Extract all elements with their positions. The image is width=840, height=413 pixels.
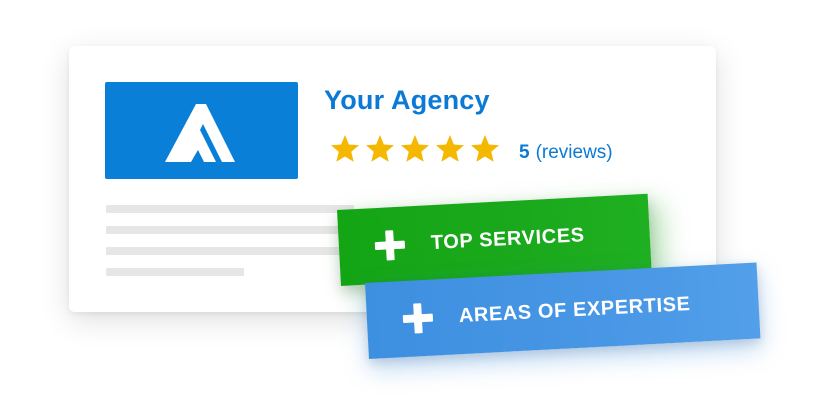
agency-name: Your Agency: [324, 85, 490, 115]
star-icon: [401, 135, 429, 162]
star-icon: [366, 135, 394, 162]
plus-icon: [402, 303, 434, 335]
stage: Your Agency 5 (reviews) TOP SERVICES AREA…: [0, 0, 840, 413]
star-icon: [331, 135, 359, 162]
plus-icon: [374, 230, 406, 262]
star-rating: [329, 133, 501, 167]
placeholder-line: [106, 268, 244, 276]
agency-a-logo-icon: [165, 104, 235, 162]
badge-label: AREAS OF EXPERTISE: [458, 292, 692, 327]
rating-value: 5: [519, 142, 530, 163]
star-icon: [436, 135, 464, 162]
rating-summary: 5 (reviews): [519, 142, 613, 164]
placeholder-line: [106, 247, 354, 255]
star-icon: [471, 135, 499, 162]
badge-label: TOP SERVICES: [430, 223, 586, 254]
placeholder-line: [106, 205, 354, 213]
agency-logo: [105, 82, 298, 179]
placeholder-line: [106, 226, 354, 234]
reviews-link[interactable]: (reviews): [536, 142, 613, 163]
